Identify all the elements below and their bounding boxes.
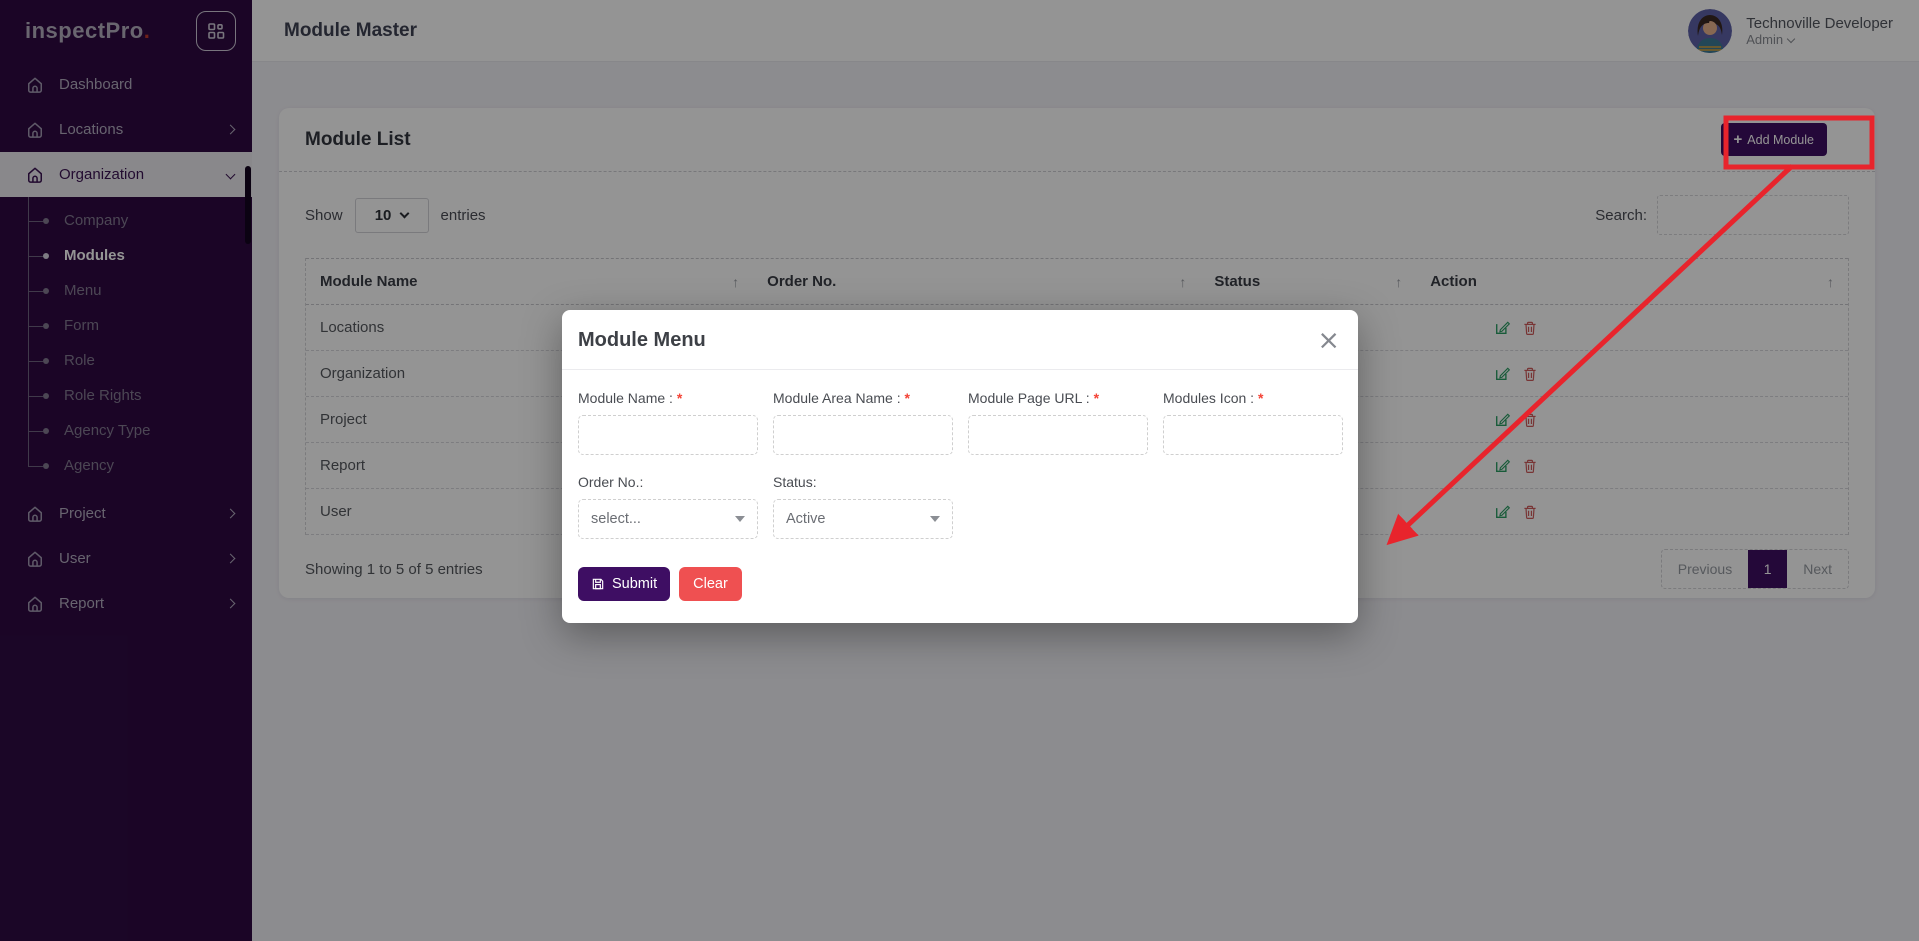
- modal-fields-row-2: Order No.: select... Status: Active: [578, 474, 1342, 539]
- submit-label: Submit: [612, 576, 658, 592]
- caret-down-icon: [735, 516, 745, 522]
- field-module-page-url: Module Page URL : *: [968, 390, 1148, 455]
- save-icon: [592, 578, 604, 590]
- field-label: Order No.:: [578, 474, 644, 490]
- module-menu-modal: Module Menu × Module Name : * Module Are…: [562, 310, 1358, 623]
- modules-icon-input[interactable]: [1163, 415, 1343, 455]
- status-value: Active: [786, 511, 826, 527]
- field-label: Module Page URL : *: [968, 390, 1100, 406]
- submit-button[interactable]: Submit: [578, 567, 671, 601]
- field-modules-icon: Modules Icon : *: [1163, 390, 1343, 455]
- modal-header: Module Menu ×: [562, 310, 1358, 370]
- modal-actions: Submit Clear: [578, 567, 1342, 601]
- field-label: Status:: [773, 474, 817, 490]
- caret-down-icon: [930, 516, 940, 522]
- clear-button[interactable]: Clear: [679, 567, 742, 601]
- module-page-url-input[interactable]: [968, 415, 1148, 455]
- field-label: Modules Icon : *: [1163, 390, 1264, 406]
- required-mark: *: [1093, 390, 1100, 406]
- status-select[interactable]: Active: [773, 499, 953, 539]
- required-mark: *: [1257, 390, 1264, 406]
- order-no-select[interactable]: select...: [578, 499, 758, 539]
- modal-body: Module Name : * Module Area Name : * Mod…: [562, 370, 1358, 623]
- close-icon[interactable]: ×: [1317, 327, 1340, 354]
- field-label: Module Area Name : *: [773, 390, 910, 406]
- module-name-input[interactable]: [578, 415, 758, 455]
- field-module-area-name: Module Area Name : *: [773, 390, 953, 455]
- field-label: Module Name : *: [578, 390, 683, 406]
- modal-title: Module Menu: [578, 329, 706, 351]
- order-no-value: select...: [591, 511, 641, 527]
- required-mark: *: [676, 390, 683, 406]
- field-order-no: Order No.: select...: [578, 474, 758, 539]
- modal-fields-row-1: Module Name : * Module Area Name : * Mod…: [578, 390, 1343, 455]
- required-mark: *: [904, 390, 910, 406]
- field-module-name: Module Name : *: [578, 390, 758, 455]
- module-area-name-input[interactable]: [773, 415, 953, 455]
- screen: inspectPro. Dashboard Locations Organiza…: [0, 0, 1919, 941]
- field-status: Status: Active: [773, 474, 953, 539]
